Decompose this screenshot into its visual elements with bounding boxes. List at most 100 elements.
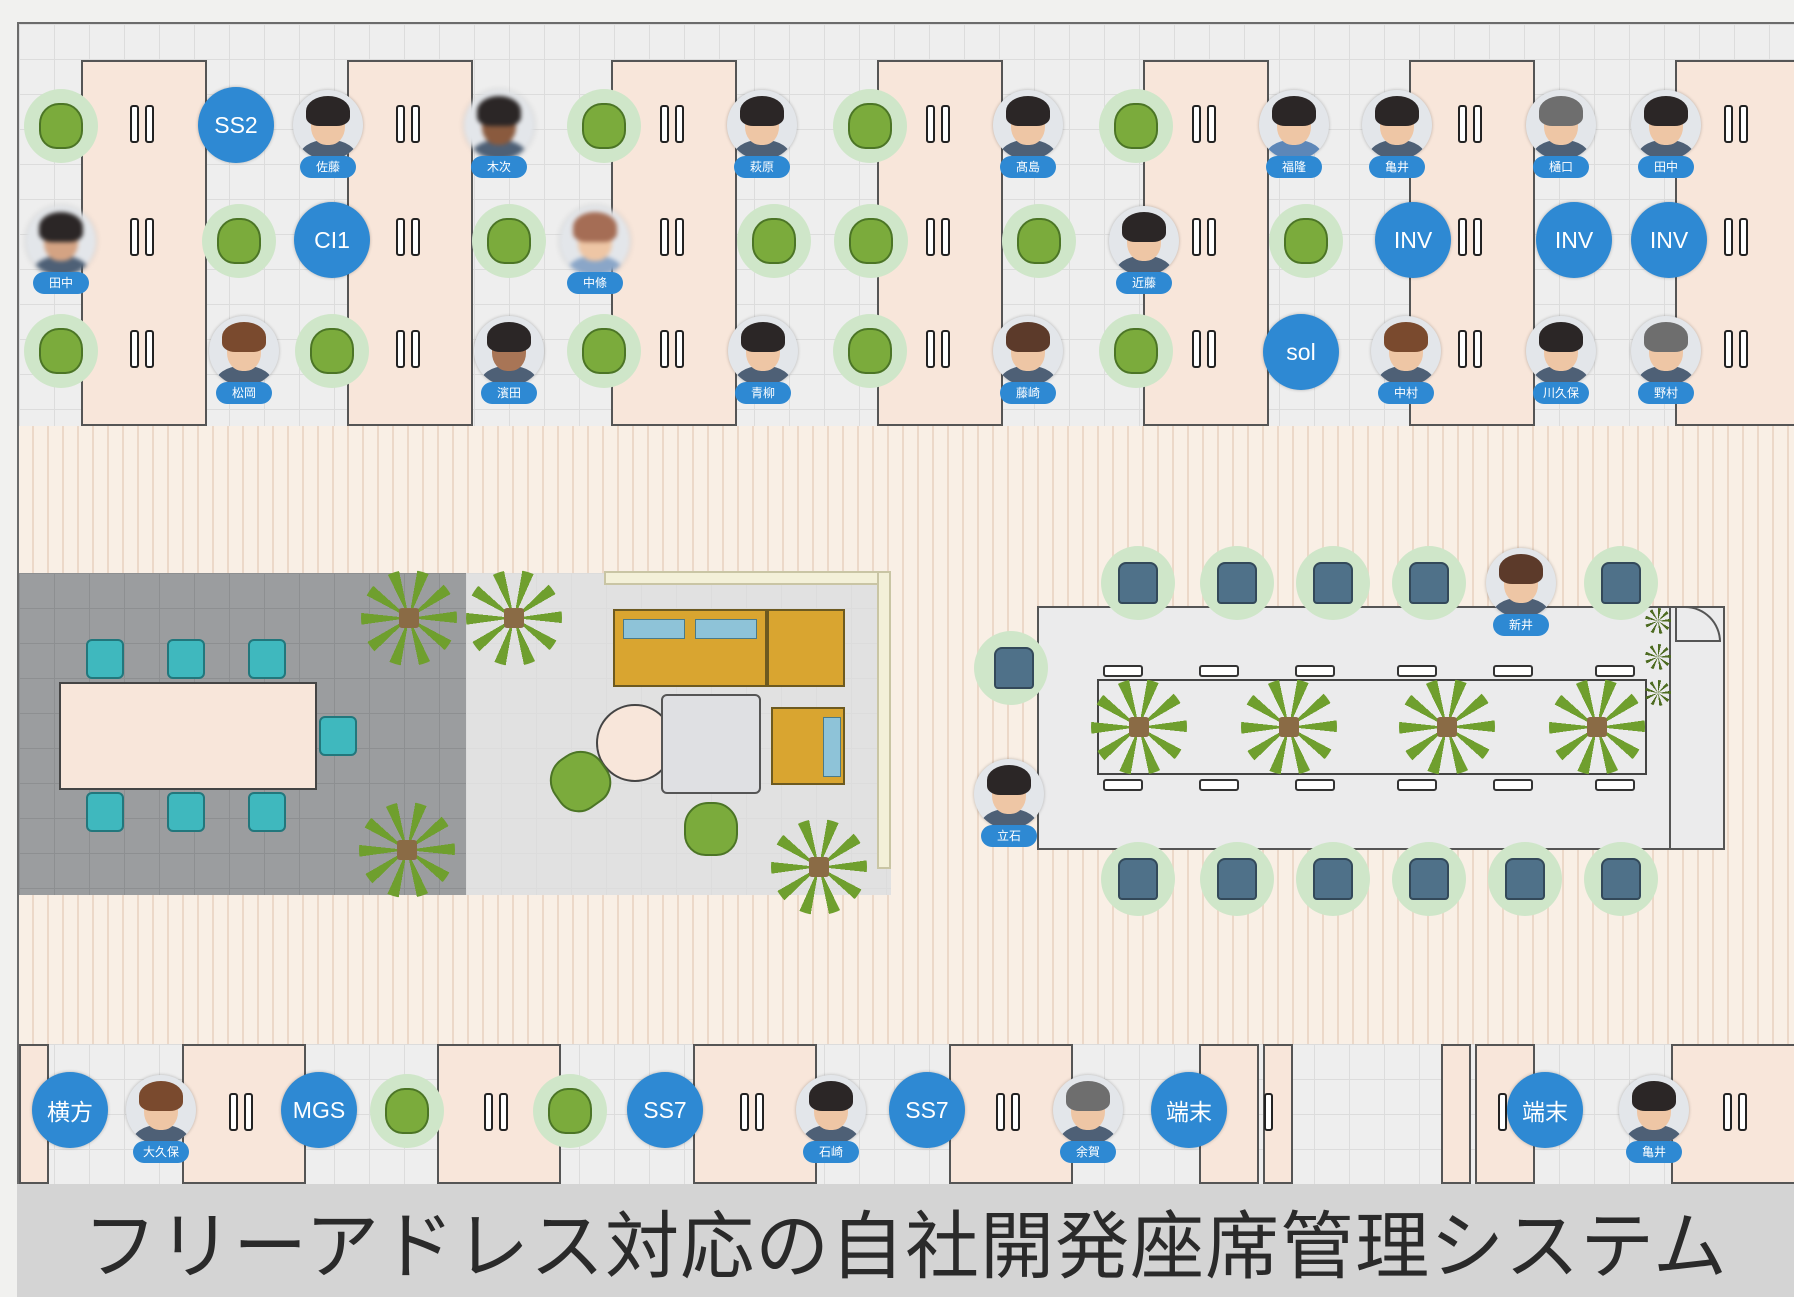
seat-badge[interactable]: 端末 xyxy=(1151,1072,1227,1148)
vacant-seat[interactable] xyxy=(1296,546,1370,620)
occupant-avatar[interactable] xyxy=(993,316,1063,386)
occupant-avatar[interactable] xyxy=(1631,90,1701,160)
potted-plant-icon xyxy=(1549,679,1645,775)
vacant-chair-icon xyxy=(217,218,261,264)
seat-badge[interactable]: INV xyxy=(1631,202,1707,278)
vacant-seat[interactable] xyxy=(974,631,1048,705)
vacant-seat[interactable] xyxy=(737,204,811,278)
vacant-seat[interactable] xyxy=(472,204,546,278)
vacant-seat[interactable] xyxy=(567,314,641,388)
occupant-avatar[interactable] xyxy=(727,90,797,160)
stool-icon xyxy=(1103,665,1143,677)
vacant-chair-icon xyxy=(310,328,354,374)
seat-badge[interactable]: INV xyxy=(1375,202,1451,278)
occupant-avatar[interactable] xyxy=(293,90,363,160)
occupant-avatar[interactable] xyxy=(1526,316,1596,386)
occupant-avatar[interactable] xyxy=(1362,90,1432,160)
caption-text: フリーアドレス対応の自社開発座席管理システム xyxy=(83,1204,1728,1290)
seat-badge[interactable]: SS2 xyxy=(198,87,274,163)
vacant-seat[interactable] xyxy=(24,89,98,163)
chair-pair xyxy=(656,218,696,256)
stool-icon xyxy=(1595,665,1635,677)
occupant-avatar[interactable] xyxy=(560,206,630,276)
vacant-chair-icon xyxy=(582,328,626,374)
sofa xyxy=(613,609,767,687)
seat-badge[interactable]: 端末 xyxy=(1507,1072,1583,1148)
seat-badge[interactable]: SS7 xyxy=(627,1072,703,1148)
chair-pair xyxy=(1720,218,1760,256)
vacant-seat[interactable] xyxy=(1296,842,1370,916)
chair-pair xyxy=(1245,1093,1285,1131)
vacant-seat[interactable] xyxy=(1392,842,1466,916)
occupant-avatar[interactable] xyxy=(209,316,279,386)
occupant-avatar[interactable] xyxy=(1486,548,1556,618)
vacant-seat[interactable] xyxy=(834,204,908,278)
chair-pair xyxy=(392,218,432,256)
seat-badge[interactable]: INV xyxy=(1536,202,1612,278)
seat-badge[interactable]: SS7 xyxy=(889,1072,965,1148)
occupant-name-tag: 大久保 xyxy=(133,1141,189,1163)
chair-icon xyxy=(994,647,1034,689)
meeting-table xyxy=(59,682,317,790)
occupant-avatar[interactable] xyxy=(1371,316,1441,386)
occupant-avatar[interactable] xyxy=(974,759,1044,829)
chair-pair xyxy=(1719,1093,1759,1131)
potted-plant-icon xyxy=(1091,679,1187,775)
occupant-avatar[interactable] xyxy=(993,90,1063,160)
vacant-seat[interactable] xyxy=(1584,842,1658,916)
vacant-seat[interactable] xyxy=(1101,842,1175,916)
occupant-avatar[interactable] xyxy=(1631,316,1701,386)
vacant-seat[interactable] xyxy=(1200,546,1274,620)
occupant-avatar[interactable] xyxy=(1526,90,1596,160)
vacant-seat[interactable] xyxy=(295,314,369,388)
stool-icon xyxy=(1397,779,1437,791)
vacant-seat[interactable] xyxy=(24,314,98,388)
vacant-chair-icon xyxy=(752,218,796,264)
vacant-seat[interactable] xyxy=(567,89,641,163)
occupant-name-tag: 川久保 xyxy=(1533,382,1589,404)
sofa xyxy=(767,609,845,687)
vacant-seat[interactable] xyxy=(1099,314,1173,388)
occupant-avatar[interactable] xyxy=(26,206,96,276)
occupant-avatar[interactable] xyxy=(464,90,534,160)
vacant-seat[interactable] xyxy=(1099,89,1173,163)
stool-icon xyxy=(1199,665,1239,677)
vacant-seat[interactable] xyxy=(202,204,276,278)
occupant-avatar[interactable] xyxy=(1619,1075,1689,1145)
vacant-seat[interactable] xyxy=(1488,842,1562,916)
meeting-chair-icon xyxy=(86,639,124,679)
chair-icon xyxy=(1217,562,1257,604)
chair-pair xyxy=(1454,105,1494,143)
potted-plant-icon xyxy=(771,819,867,915)
seat-badge[interactable]: CI1 xyxy=(294,202,370,278)
occupant-avatar[interactable] xyxy=(1053,1075,1123,1145)
vacant-seat[interactable] xyxy=(833,89,907,163)
chair-pair xyxy=(392,105,432,143)
chair-pair xyxy=(126,105,166,143)
vacant-seat[interactable] xyxy=(370,1074,444,1148)
stool-icon xyxy=(1397,665,1437,677)
occupant-avatar[interactable] xyxy=(1259,90,1329,160)
seat-badge[interactable]: MGS xyxy=(281,1072,357,1148)
occupant-avatar[interactable] xyxy=(474,316,544,386)
occupant-avatar[interactable] xyxy=(1109,206,1179,276)
seat-badge[interactable]: 横方 xyxy=(32,1072,108,1148)
seat-badge[interactable]: sol xyxy=(1263,314,1339,390)
vacant-seat[interactable] xyxy=(1392,546,1466,620)
vacant-seat[interactable] xyxy=(833,314,907,388)
vacant-seat[interactable] xyxy=(1584,546,1658,620)
potted-plant-icon xyxy=(466,570,562,666)
occupant-avatar[interactable] xyxy=(126,1075,196,1145)
stool-icon xyxy=(1493,665,1533,677)
vacant-seat[interactable] xyxy=(1101,546,1175,620)
occupant-avatar[interactable] xyxy=(728,316,798,386)
occupant-avatar[interactable] xyxy=(796,1075,866,1145)
vacant-seat[interactable] xyxy=(1269,204,1343,278)
seat-badge-label: sol xyxy=(1286,338,1316,365)
potted-plant-icon xyxy=(1241,679,1337,775)
vacant-seat[interactable] xyxy=(1002,204,1076,278)
meeting-chair-icon xyxy=(319,716,357,756)
vacant-seat[interactable] xyxy=(533,1074,607,1148)
occupant-name-tag: 佐藤 xyxy=(300,156,356,178)
vacant-seat[interactable] xyxy=(1200,842,1274,916)
